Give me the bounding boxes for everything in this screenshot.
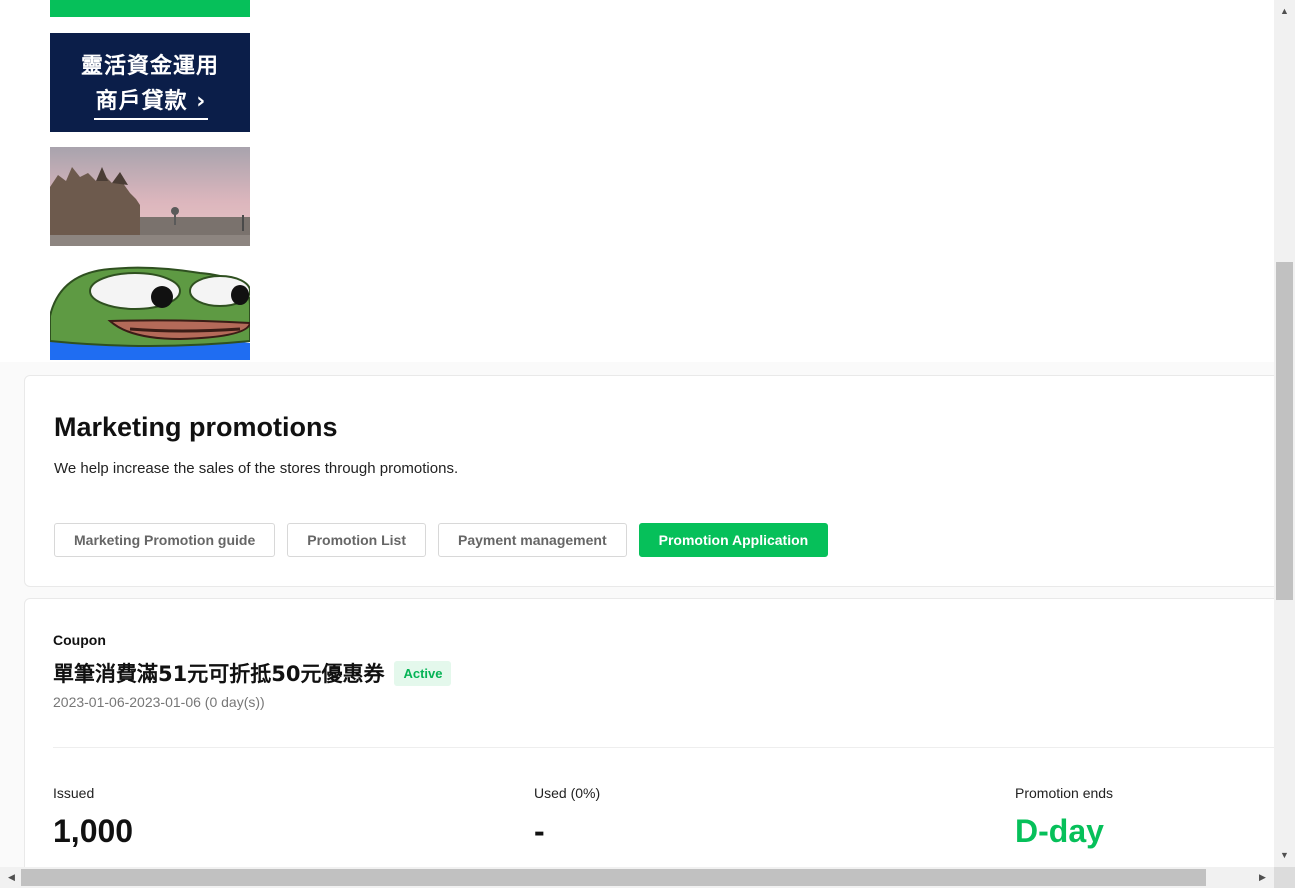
used-label: Used (0%) — [534, 785, 601, 801]
scrollbar-corner — [1274, 867, 1295, 888]
page-title: Marketing promotions — [54, 412, 338, 442]
frog-meme-banner[interactable] — [50, 261, 250, 360]
page-description: We help increase the sales of the stores… — [54, 460, 459, 477]
used-value: - — [534, 813, 545, 849]
promotion-tabs: Marketing Promotion guide Promotion List… — [54, 523, 829, 557]
coupon-date-range: 2023-01-06-2023-01-06 (0 day(s)) — [53, 694, 265, 710]
coupon-title: 單筆消費滿51元可折抵50元優惠券 — [53, 662, 385, 686]
horizontal-scroll-thumb[interactable] — [21, 869, 1206, 886]
stat-promotion-ends: Promotion ends D-day — [1015, 785, 1113, 850]
tab-payment-management[interactable]: Payment management — [438, 523, 627, 557]
vertical-scrollbar[interactable]: ▲ ▼ — [1274, 0, 1295, 867]
promotion-ends-label: Promotion ends — [1015, 785, 1114, 801]
vertical-scroll-thumb[interactable] — [1276, 262, 1293, 600]
green-banner[interactable] — [50, 0, 250, 17]
scroll-up-arrow-icon[interactable]: ▲ — [1274, 3, 1295, 20]
issued-label: Issued — [53, 785, 95, 801]
scroll-left-arrow-icon[interactable]: ◀ — [3, 867, 20, 888]
loan-banner-line2: 商戶貸款 › — [94, 83, 208, 120]
scroll-down-arrow-icon[interactable]: ▼ — [1274, 847, 1295, 864]
coupon-card: Coupon 單筆消費滿51元可折抵50元優惠券 Active 2023-01-… — [24, 598, 1284, 888]
merchant-loan-banner[interactable]: 靈活資金運用 商戶貸款 › — [50, 33, 250, 132]
divider — [53, 747, 1283, 748]
coupon-title-row: 單筆消費滿51元可折抵50元優惠券 Active — [53, 658, 452, 688]
marketing-header-card: Marketing promotions We help increase th… — [24, 375, 1284, 587]
horizontal-scrollbar[interactable]: ◀ ▶ — [0, 867, 1274, 888]
stat-issued: Issued 1,000 — [53, 785, 133, 850]
loan-banner-line1: 靈活資金運用 — [80, 54, 219, 79]
tab-marketing-promotion-guide[interactable]: Marketing Promotion guide — [54, 523, 276, 557]
scroll-right-arrow-icon[interactable]: ▶ — [1254, 867, 1271, 888]
coupon-type-label: Coupon — [53, 632, 106, 648]
issued-value: 1,000 — [53, 813, 134, 849]
status-badge: Active — [394, 660, 452, 686]
promotion-ends-value: D-day — [1015, 813, 1104, 849]
stat-used: Used (0%) - — [534, 785, 600, 850]
tab-promotion-application[interactable]: Promotion Application — [638, 523, 829, 557]
castle-photo-banner[interactable] — [50, 147, 250, 246]
tab-promotion-list[interactable]: Promotion List — [287, 523, 427, 557]
banner-area: 靈活資金運用 商戶貸款 › — [0, 0, 1274, 362]
